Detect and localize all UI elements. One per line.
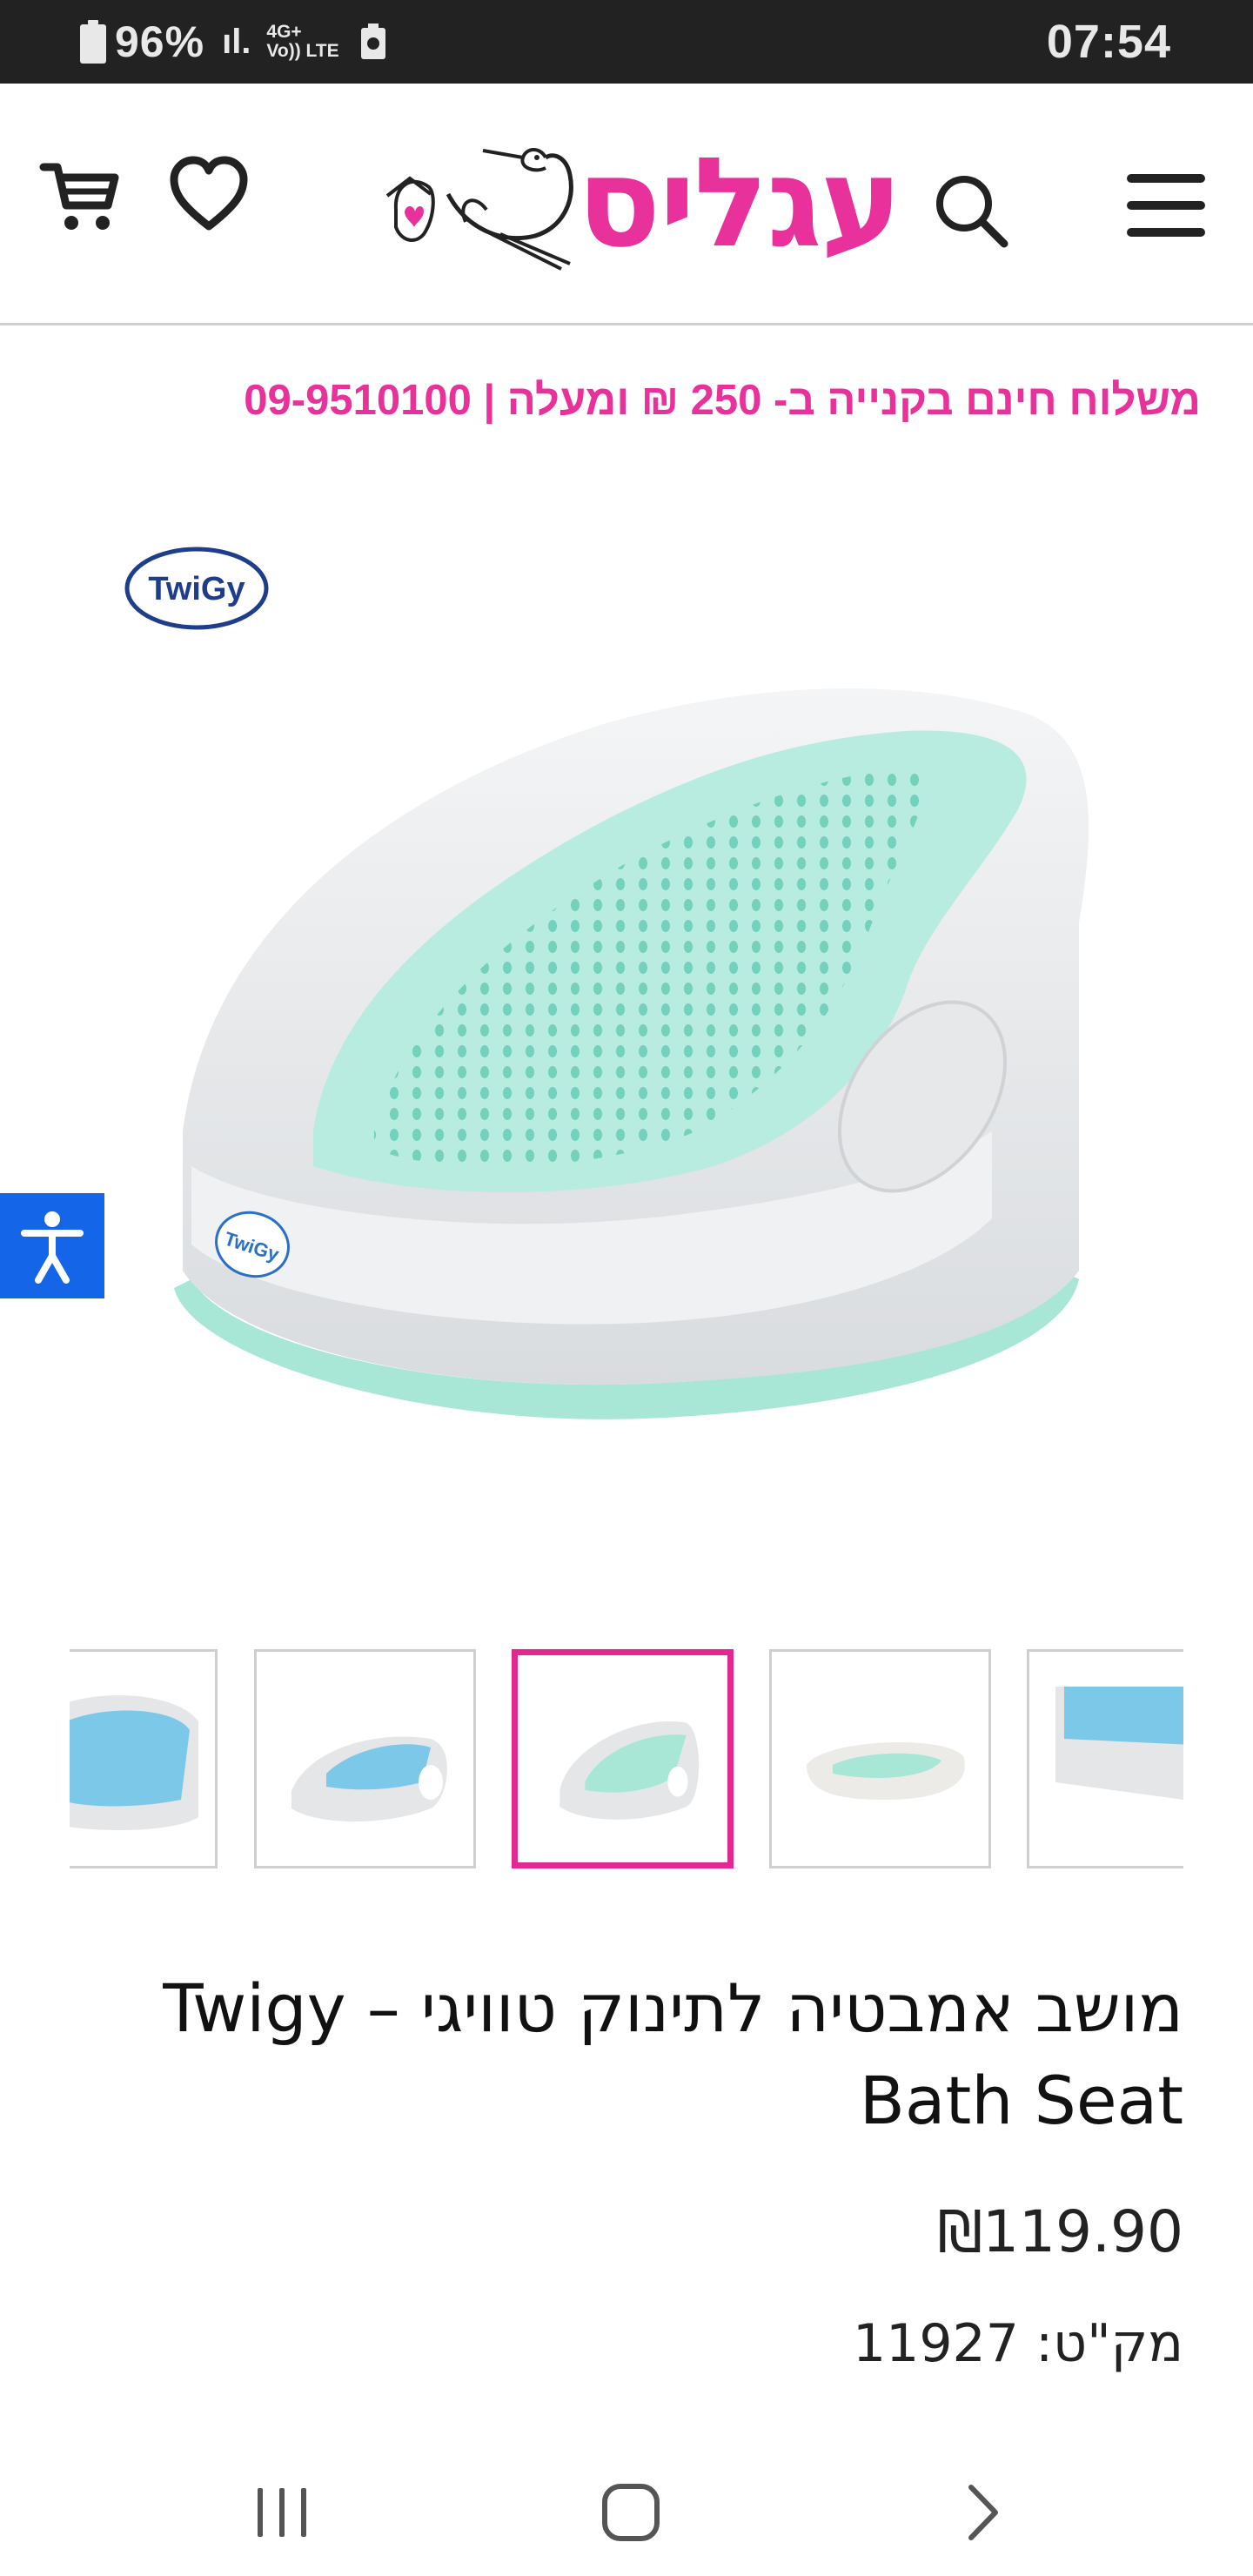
site-header: עגליס — [0, 84, 1253, 325]
data-saver-icon — [360, 23, 385, 59]
home-icon[interactable] — [600, 2482, 661, 2543]
status-bar: 96% ıl. 4G+ Vo)) LTE 07:54 — [0, 0, 1253, 84]
site-logo[interactable]: עגליס — [361, 131, 902, 275]
clock: 07:54 — [1046, 16, 1171, 68]
network-indicator: 4G+ Vo)) LTE — [266, 23, 338, 61]
search-icon[interactable] — [931, 171, 1013, 252]
hamburger-menu-icon[interactable] — [1122, 164, 1209, 247]
stork-logo-icon — [385, 148, 573, 271]
brand-logo-twigy[interactable]: TwiGy — [122, 544, 271, 633]
accessibility-button[interactable] — [0, 1193, 104, 1298]
system-nav-bar — [0, 2437, 1253, 2576]
recent-apps-icon[interactable] — [254, 2485, 310, 2540]
product-title: מושב אמבטיה לתינוק טוויגי – Twigy Bath S… — [163, 1969, 1183, 2139]
thumbnail-gallery — [70, 1645, 1183, 1871]
thumbnail-1[interactable] — [70, 1649, 218, 1868]
signal-icon: ıl. — [222, 22, 251, 61]
volte-label: Vo)) LTE — [266, 41, 339, 61]
thumbnail-4[interactable] — [769, 1649, 991, 1868]
thumbnail-2[interactable] — [254, 1649, 476, 1868]
heart-icon[interactable] — [167, 153, 251, 237]
brand-badge-text: TwiGy — [148, 571, 245, 607]
product-price: ₪119.90 — [937, 2198, 1183, 2265]
thumbnail-5[interactable] — [1027, 1649, 1183, 1868]
battery-icon — [80, 20, 106, 64]
cart-icon[interactable] — [38, 153, 122, 237]
logo-text: עגליס — [577, 131, 902, 275]
network-type: 4G+ — [266, 22, 302, 42]
accessibility-icon — [21, 1211, 84, 1284]
free-shipping-banner[interactable]: משלוח חינם בקנייה ב- 250 ₪ ומעלה | 09-95… — [52, 366, 1201, 435]
product-sku: מק"ט: 11927 — [853, 2313, 1183, 2374]
back-icon[interactable] — [966, 2482, 1001, 2543]
thumbnail-3[interactable] — [512, 1649, 734, 1868]
battery-percent: 96% — [115, 17, 205, 66]
product-main-image[interactable]: TwiGy — [157, 644, 1096, 1427]
